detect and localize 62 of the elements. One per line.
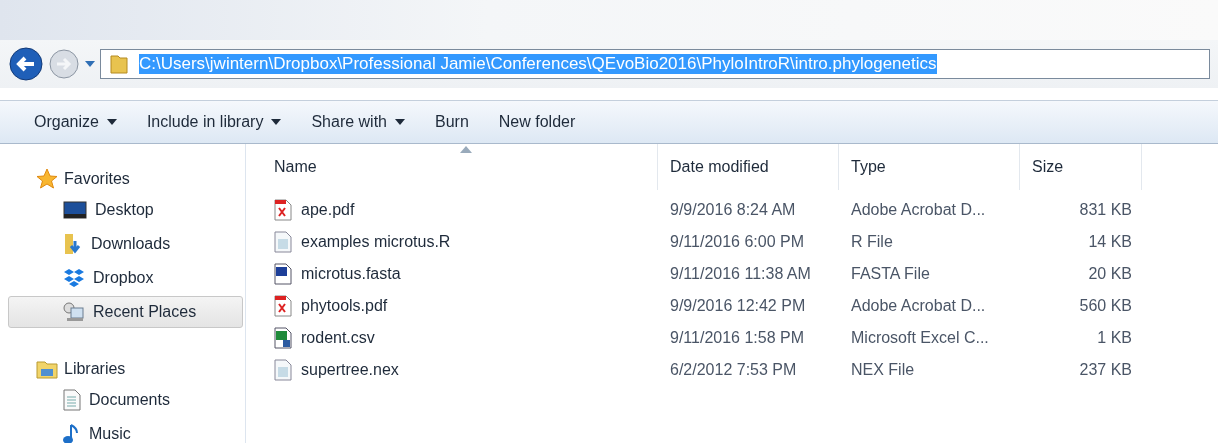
toolbar-button[interactable]: Share with [299, 109, 417, 135]
monitor-icon [63, 201, 87, 219]
caret-icon [271, 119, 282, 125]
size-cell-text: 1 KB [1096, 329, 1133, 347]
toolbar-button[interactable]: Burn [423, 109, 481, 135]
star-icon [36, 168, 58, 190]
pdf-file-icon [274, 199, 292, 221]
size-cell-text: 20 KB [1087, 265, 1133, 283]
folder-icon [36, 359, 58, 379]
sidebar-item[interactable]: Dropbox [8, 262, 243, 294]
date-cell-text: 9/11/2016 6:00 PM [669, 233, 806, 251]
toolbar-button[interactable]: Include in library [134, 109, 294, 135]
column-header[interactable]: Name [262, 144, 658, 190]
date-cell-text: 9/11/2016 11:38 AM [669, 265, 812, 283]
toolbar-button[interactable]: Organize [22, 109, 129, 135]
size-cell-text: 237 KB [1078, 361, 1133, 379]
size-cell-text: 831 KB [1078, 201, 1133, 219]
type-cell-text: Microsoft Excel C... [850, 329, 990, 347]
sidebar-item[interactable]: Desktop [8, 194, 243, 226]
date-cell-text: 9/11/2016 1:58 PM [669, 329, 806, 347]
type-cell-text: NEX File [850, 361, 916, 379]
size-cell-text: 14 KB [1087, 233, 1133, 251]
caret-icon [395, 119, 405, 125]
type-cell-text: R File [850, 233, 894, 251]
sidebar-item[interactable]: Documents [8, 384, 243, 416]
caret-icon [106, 119, 117, 125]
sidebar-item[interactable]: Recent Places [8, 296, 243, 328]
type-cell-text: Adobe Acrobat D... [850, 201, 987, 219]
music-note-icon [63, 423, 81, 443]
document-icon [63, 389, 81, 411]
date-cell-text: 9/9/2016 12:42 PM [669, 297, 807, 315]
sidebar-group[interactable]: Favorites [0, 164, 245, 194]
download-folder-icon [63, 233, 83, 255]
sidebar-group[interactable]: Libraries [0, 354, 245, 384]
caret-icon[interactable] [84, 60, 96, 68]
type-cell-text: FASTA File [850, 265, 931, 283]
word-file-icon [274, 263, 292, 285]
folder-icon [109, 53, 129, 75]
pdf-file-icon [274, 295, 292, 317]
file-name-cell[interactable]: supertree.nex [262, 359, 658, 381]
file-name-cell[interactable]: rodent.csv [262, 327, 658, 349]
spreadsheet-file-icon [274, 327, 292, 349]
column-header[interactable]: Date modified [658, 144, 839, 190]
sidebar-item[interactable]: Downloads [8, 228, 243, 260]
file-name-cell[interactable]: examples microtus.R [262, 231, 658, 253]
recent-places-icon [63, 302, 85, 322]
date-cell-text: 6/2/2012 7:53 PM [669, 361, 798, 379]
column-header[interactable]: Size [1020, 144, 1142, 190]
size-cell-text: 560 KB [1078, 297, 1133, 315]
file-name-cell[interactable]: ape.pdf [262, 199, 658, 221]
date-cell-text: 9/9/2016 8:24 AM [669, 201, 797, 219]
column-header[interactable]: Type [839, 144, 1020, 190]
file-name-cell[interactable]: microtus.fasta [262, 263, 658, 285]
file-name-cell[interactable]: phytools.pdf [262, 295, 658, 317]
toolbar-button[interactable]: New folder [486, 109, 588, 135]
dropbox-icon [63, 268, 85, 288]
type-cell-text: Adobe Acrobat D... [850, 297, 987, 315]
file-icon [274, 231, 292, 253]
back-button[interactable] [8, 46, 44, 82]
sort-arrow-icon [459, 146, 472, 153]
sidebar-item[interactable]: Music [8, 418, 243, 443]
file-icon [274, 359, 292, 381]
